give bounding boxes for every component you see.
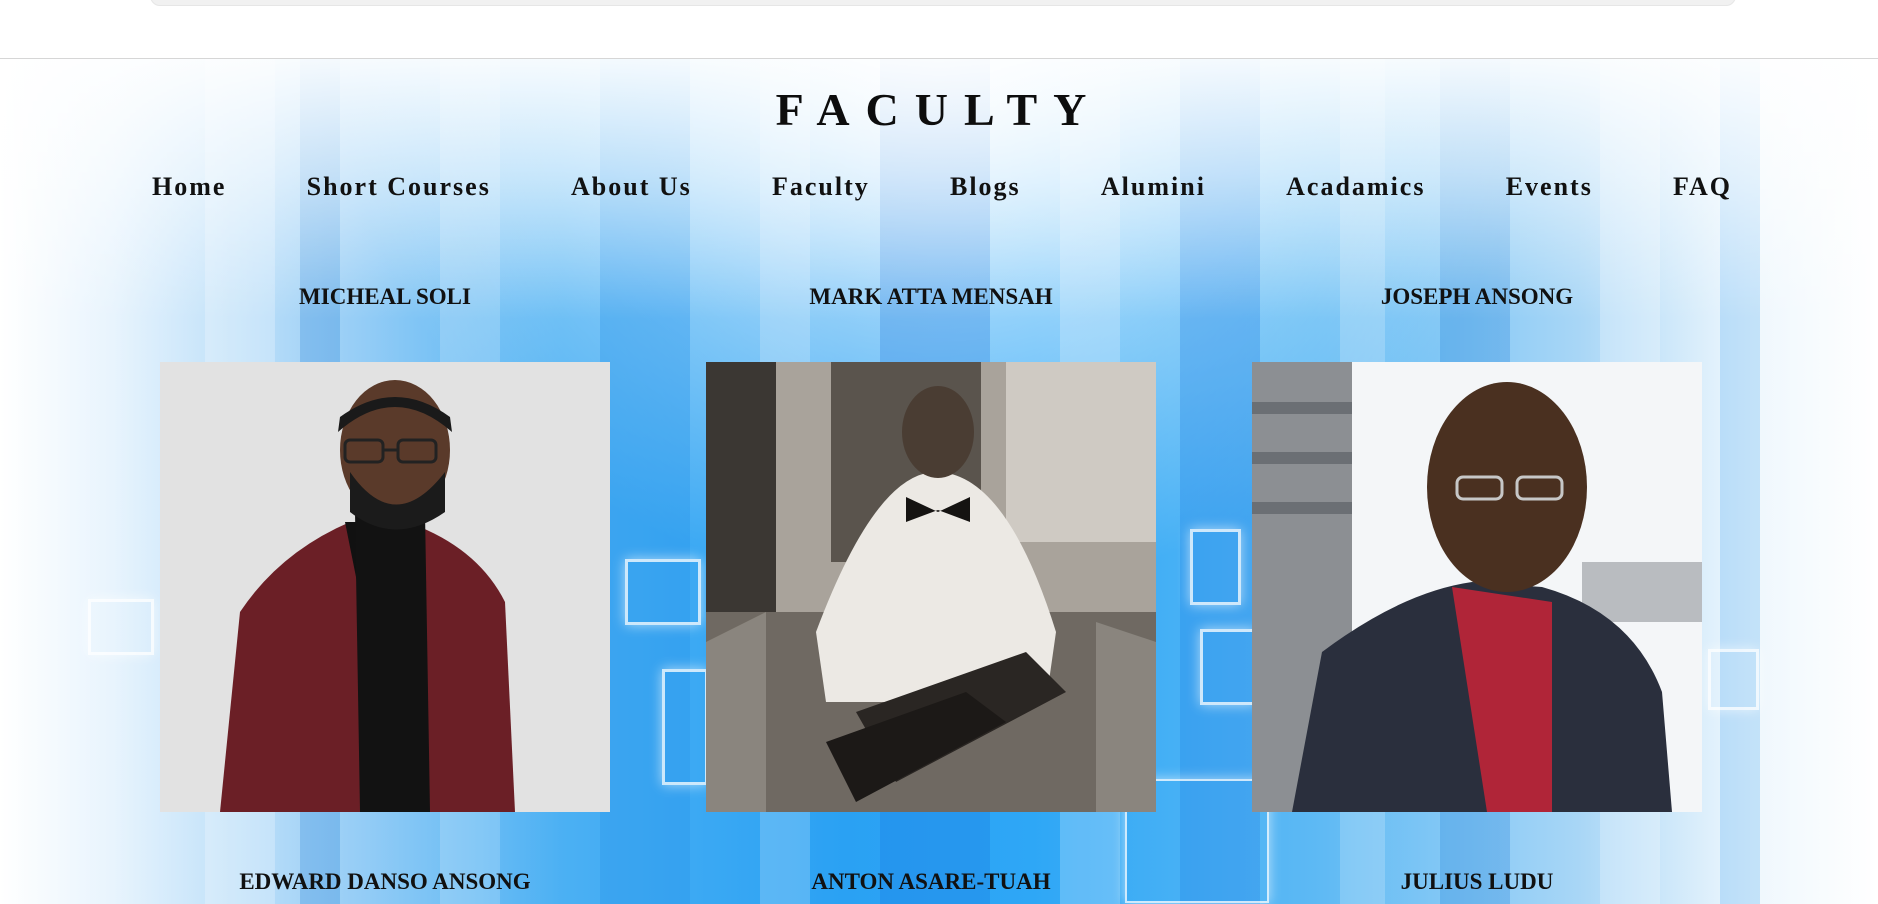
faculty-name: JULIUS LUDU (1400, 869, 1554, 894)
faculty-photo (1252, 362, 1702, 812)
browser-top-strip (0, 0, 1878, 59)
nav-item-events[interactable]: Events (1506, 172, 1593, 202)
faculty-name: ANTON ASARE-TUAH (811, 869, 1051, 894)
nav-item-acadamics[interactable]: Acadamics (1286, 172, 1425, 202)
faculty-name: EDWARD DANSO ANSONG (239, 869, 531, 894)
faculty-name: MICHEAL SOLI (299, 284, 471, 309)
nav-item-short-courses[interactable]: Short Courses (307, 172, 491, 202)
address-bar[interactable] (150, 0, 1736, 6)
nav-item-blogs[interactable]: Blogs (950, 172, 1021, 202)
nav-item-home[interactable]: Home (152, 172, 226, 202)
faculty-photo (706, 362, 1156, 812)
nav-item-faculty[interactable]: Faculty (772, 172, 870, 202)
nav-item-alumini[interactable]: Alumini (1101, 172, 1206, 202)
faculty-name: MARK ATTA MENSAH (809, 284, 1053, 309)
faculty-name: JOSEPH ANSONG (1380, 284, 1574, 309)
nav-item-faq[interactable]: FAQ (1673, 172, 1732, 202)
page-title: FACULTY (775, 84, 1103, 135)
faculty-photo (160, 362, 610, 812)
nav-item-about-us[interactable]: About Us (571, 172, 692, 202)
main-navigation: Home Short Courses About Us Faculty Blog… (152, 172, 1732, 202)
